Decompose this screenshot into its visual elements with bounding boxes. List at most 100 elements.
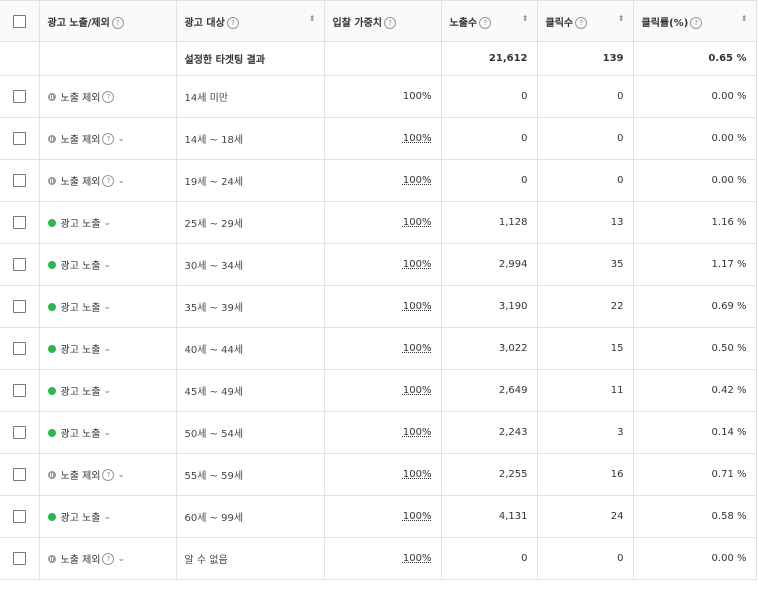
row-checkbox[interactable] — [12, 342, 26, 355]
help-icon[interactable]: ? — [102, 552, 115, 565]
ctr-value: 0.14 % — [633, 411, 757, 454]
summary-ctr: 0.65 % — [633, 41, 757, 76]
clicks-value: 0 — [537, 117, 634, 160]
chevron-down-icon[interactable]: ⌄ — [103, 428, 111, 438]
chevron-down-icon[interactable]: ⌄ — [103, 344, 111, 354]
help-icon[interactable]: ? — [102, 468, 115, 481]
sort-icon[interactable]: ⬍ — [618, 14, 625, 23]
sort-icon[interactable]: ⬍ — [522, 14, 529, 23]
bid-weight[interactable]: 100% — [403, 175, 432, 186]
impressions-value: 0 — [441, 537, 538, 580]
bid-weight[interactable]: 100% — [403, 301, 432, 312]
bid-weight[interactable]: 100% — [403, 217, 432, 228]
status-cell[interactable]: 광고 노출 ⌄ — [39, 411, 177, 454]
clicks-value: 13 — [537, 201, 634, 244]
clicks-value: 0 — [537, 537, 634, 580]
status-cell[interactable]: 노출 제외? ⌄ — [39, 159, 177, 202]
row-checkbox[interactable] — [12, 258, 26, 271]
status-cell[interactable]: 광고 노출 ⌄ — [39, 327, 177, 370]
clicks-value: 3 — [537, 411, 634, 454]
help-icon[interactable]: ? — [102, 132, 115, 145]
bid-weight[interactable]: 100% — [403, 259, 432, 270]
help-icon[interactable]: ? — [575, 16, 588, 29]
help-icon[interactable]: ? — [226, 16, 239, 29]
status-label: 광고 노출 — [60, 303, 101, 314]
help-icon[interactable]: ? — [102, 90, 115, 103]
row-select-cell — [0, 495, 40, 538]
row-select-cell — [0, 537, 40, 580]
chevron-down-icon[interactable]: ⌄ — [103, 386, 111, 396]
chevron-down-icon[interactable]: ⌄ — [103, 302, 111, 312]
help-icon[interactable]: ? — [102, 174, 115, 187]
impressions-value: 0 — [441, 159, 538, 202]
header-clicks[interactable]: 클릭수? ⬍ — [537, 0, 634, 42]
header-ctr[interactable]: 클릭률(%)? ⬍ — [633, 0, 757, 42]
chevron-down-icon[interactable]: ⌄ — [103, 218, 111, 228]
help-icon[interactable]: ? — [383, 16, 396, 29]
row-checkbox[interactable] — [12, 468, 26, 481]
status-dot-icon — [47, 554, 56, 563]
chevron-down-icon[interactable]: ⌄ — [103, 512, 111, 522]
bid-weight[interactable]: 100% — [403, 511, 432, 522]
row-checkbox[interactable] — [12, 510, 26, 523]
status-label: 광고 노출 — [60, 345, 101, 356]
status-cell[interactable]: 광고 노출 ⌄ — [39, 369, 177, 412]
select-all-checkbox[interactable] — [12, 14, 26, 28]
chevron-down-icon[interactable]: ⌄ — [117, 176, 125, 186]
clicks-value: 0 — [537, 75, 634, 118]
bid-weight[interactable]: 100% — [403, 469, 432, 480]
row-checkbox[interactable] — [12, 426, 26, 439]
header-target[interactable]: 광고 대상? ⬍ — [176, 0, 325, 42]
status-cell[interactable]: 노출 제외? ⌄ — [39, 453, 177, 496]
status-cell[interactable]: 광고 노출 ⌄ — [39, 201, 177, 244]
row-checkbox[interactable] — [12, 90, 26, 103]
status-cell[interactable]: 노출 제외? — [39, 75, 177, 118]
bid-weight[interactable]: 100% — [403, 133, 432, 144]
header-clicks-label: 클릭수 — [545, 17, 574, 29]
header-impressions[interactable]: 노출수? ⬍ — [441, 0, 538, 42]
status-dot-icon — [47, 512, 56, 521]
row-checkbox[interactable] — [12, 174, 26, 187]
status-cell[interactable]: 노출 제외? ⌄ — [39, 537, 177, 580]
chevron-down-icon[interactable]: ⌄ — [117, 554, 125, 564]
ctr-value: 0.69 % — [633, 285, 757, 328]
row-select-cell — [0, 201, 40, 244]
status-label: 광고 노출 — [60, 219, 101, 230]
ctr-value: 0.00 % — [633, 537, 757, 580]
bid-weight[interactable]: 100% — [403, 553, 432, 564]
bid-cell: 100% — [324, 411, 442, 454]
row-checkbox[interactable] — [12, 216, 26, 229]
table-row: 노출 제외? ⌄ 알 수 없음 100% 0 0 0.00 % — [0, 537, 757, 580]
bid-cell: 100% — [324, 201, 442, 244]
status-cell[interactable]: 광고 노출 ⌄ — [39, 285, 177, 328]
impressions-value: 0 — [441, 117, 538, 160]
chevron-down-icon[interactable]: ⌄ — [117, 134, 125, 144]
status-label: 노출 제외 — [60, 177, 101, 188]
table-row: 노출 제외? ⌄ 19세 ~ 24세 100% 0 0 0.00 % — [0, 159, 757, 202]
target-label: 35세 ~ 39세 — [176, 285, 325, 328]
sort-icon[interactable]: ⬍ — [741, 14, 748, 23]
chevron-down-icon[interactable]: ⌄ — [117, 470, 125, 480]
bid-weight[interactable]: 100% — [403, 385, 432, 396]
clicks-value: 15 — [537, 327, 634, 370]
status-cell[interactable]: 광고 노출 ⌄ — [39, 243, 177, 286]
row-checkbox[interactable] — [12, 132, 26, 145]
bid-weight[interactable]: 100% — [403, 343, 432, 354]
row-checkbox[interactable] — [12, 300, 26, 313]
help-icon[interactable]: ? — [111, 16, 124, 29]
row-checkbox[interactable] — [12, 384, 26, 397]
bid-weight[interactable]: 100% — [403, 427, 432, 438]
help-icon[interactable]: ? — [690, 16, 703, 29]
row-select-cell — [0, 159, 40, 202]
chevron-down-icon[interactable]: ⌄ — [103, 260, 111, 270]
status-label: 노출 제외 — [60, 471, 101, 482]
status-cell[interactable]: 노출 제외? ⌄ — [39, 117, 177, 160]
status-cell[interactable]: 광고 노출 ⌄ — [39, 495, 177, 538]
header-impressions-label: 노출수 — [449, 17, 478, 29]
row-select-cell — [0, 75, 40, 118]
row-checkbox[interactable] — [12, 552, 26, 565]
help-icon[interactable]: ? — [479, 16, 492, 29]
header-status: 광고 노출/제외? — [39, 0, 177, 42]
sort-icon[interactable]: ⬍ — [309, 14, 316, 23]
status-label: 광고 노출 — [60, 387, 101, 398]
